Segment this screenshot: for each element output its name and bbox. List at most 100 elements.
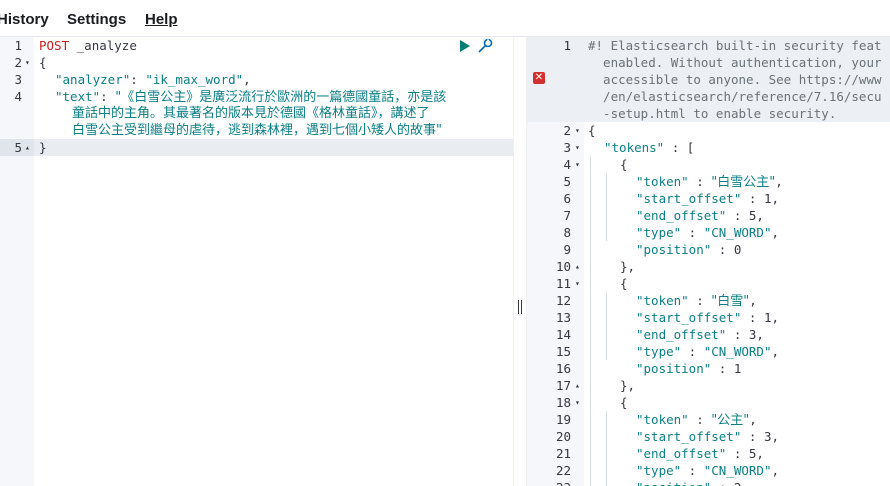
- fold-toggle-icon[interactable]: ▾: [575, 156, 580, 173]
- security-warning-line: accessible to anyone. See https://www: [588, 72, 882, 87]
- end-offset-value: 5: [748, 446, 757, 461]
- analyzer-line: "analyzer": "ik_max_word",: [55, 72, 251, 87]
- type-value: "CN_WORD": [703, 225, 772, 240]
- fold-toggle-icon[interactable]: ▾: [575, 122, 580, 139]
- line-number: 14: [555, 327, 571, 342]
- line-number: 21: [555, 446, 571, 461]
- token-field: "start_offset" : 1,: [636, 310, 779, 325]
- fold-toggle-icon[interactable]: ▾: [25, 54, 30, 71]
- token-close-brace: },: [620, 259, 636, 274]
- token-open-brace: {: [620, 276, 628, 291]
- token-field: "type" : "CN_WORD",: [636, 344, 779, 359]
- token-value: "白雪公主": [711, 175, 776, 190]
- start-offset-value: 1: [763, 310, 772, 325]
- token-field: "position" : 2: [636, 479, 741, 486]
- text-value-line-2: 童話中的主角。其最著名的版本見於德國《格林童話》，講述了: [72, 106, 430, 121]
- type-value: "CN_WORD": [703, 344, 772, 359]
- security-warning-line: enabled. Without authentication, your: [588, 55, 882, 70]
- token-field: "token" : "白雪",: [636, 293, 757, 309]
- request-editor[interactable]: 1 2 ▾ 3 4 5 ▴ POST _analyze { "analyzer"…: [0, 37, 513, 486]
- line-number: 15: [555, 344, 571, 359]
- security-warning-line: -setup.html to enable security.: [588, 106, 837, 121]
- token-field: "start_offset" : 1,: [636, 191, 779, 206]
- start-offset-value: 1: [763, 191, 772, 206]
- play-icon[interactable]: [460, 40, 470, 52]
- position-value: 0: [733, 242, 742, 257]
- line-number: 16: [555, 361, 571, 376]
- token-field: "end_offset" : 3,: [636, 327, 764, 342]
- menu-settings[interactable]: Settings: [67, 11, 126, 28]
- wrench-icon[interactable]: [476, 37, 494, 55]
- fold-toggle-icon[interactable]: ▾: [575, 275, 580, 292]
- token-open-brace: {: [620, 395, 628, 410]
- line-number: 5: [563, 174, 571, 189]
- token-field: "end_offset" : 5,: [636, 208, 764, 223]
- security-warning-line: #! Elasticsearch built-in security feat: [588, 38, 882, 53]
- token-close-brace: },: [620, 378, 636, 393]
- line-number: 2: [14, 55, 22, 70]
- fold-toggle-icon[interactable]: ▾: [575, 139, 580, 156]
- error-x-icon: ✕: [533, 72, 545, 84]
- line-number: 11: [555, 276, 571, 291]
- token-field: "end_offset" : 5,: [636, 446, 764, 461]
- active-line-highlight: [34, 139, 513, 156]
- line-number: 3: [563, 140, 571, 155]
- end-offset-value: 5: [748, 208, 757, 223]
- pane-divider[interactable]: [513, 37, 527, 486]
- position-value: 2: [734, 480, 742, 486]
- line-number: 13: [555, 310, 571, 325]
- start-offset-value: 3: [763, 429, 772, 444]
- token-field: "token" : "白雪公主",: [636, 174, 783, 190]
- http-method: POST: [39, 38, 70, 53]
- end-offset-value: 3: [748, 327, 757, 342]
- line-number: 5: [14, 140, 22, 155]
- indent-guide: [606, 292, 607, 360]
- token-open-brace: {: [620, 157, 628, 172]
- type-value: "CN_WORD": [703, 463, 772, 478]
- line-number: 6: [563, 191, 571, 206]
- line-number: 1: [14, 38, 22, 53]
- request-line-method[interactable]: POST _analyze: [39, 37, 137, 54]
- position-value: 1: [733, 361, 742, 376]
- fold-toggle-icon[interactable]: ▴: [575, 377, 580, 394]
- line-number: 18: [555, 395, 571, 410]
- line-number: 2: [563, 123, 571, 138]
- token-field: "position" : 0: [636, 242, 742, 257]
- analyzer-key: "analyzer": [55, 72, 131, 87]
- indent-guide: [606, 411, 607, 486]
- text-key: "text": [55, 89, 101, 104]
- token-value: "公主": [711, 413, 750, 428]
- close-brace: }: [39, 140, 47, 155]
- line-number: 4: [14, 89, 22, 104]
- token-field: "token" : "公主",: [636, 412, 757, 428]
- request-endpoint: _analyze: [76, 38, 137, 53]
- security-warning-line: /en/elasticsearch/reference/7.16/secu: [588, 89, 882, 104]
- response-output: ✕ 1 2 ▾ 3 ▾ 4 ▾ 5 6 7 8 9 10 ▴ 11 ▾ 12 1…: [527, 37, 890, 486]
- menu-history[interactable]: History: [0, 11, 49, 28]
- line-number: 23: [549, 479, 571, 486]
- token-field: "type" : "CN_WORD",: [636, 225, 779, 240]
- menu-help[interactable]: Help: [145, 11, 178, 28]
- line-number: 8: [563, 225, 571, 240]
- fold-toggle-icon[interactable]: ▾: [575, 394, 580, 411]
- line-number: 3: [14, 72, 22, 87]
- line-number: 9: [563, 242, 571, 257]
- token-value: "白雪": [711, 294, 750, 309]
- text-value-line-1: "《白雪公主》是廣泛流行於歐洲的一篇德國童話，亦是該: [115, 90, 447, 105]
- open-brace: {: [39, 55, 47, 70]
- line-number: 4: [563, 157, 571, 172]
- line-number: 1: [563, 38, 571, 53]
- line-number: 10: [555, 259, 571, 274]
- line-number: 7: [563, 208, 571, 223]
- menu-bar: History Settings Help: [0, 0, 890, 37]
- fold-toggle-icon[interactable]: ▴: [575, 258, 580, 275]
- fold-toggle-icon[interactable]: ▴: [25, 139, 30, 156]
- text-value-line-3: 白雪公主受到繼母的虐待，逃到森林裡，遇到七個小矮人的故事": [72, 123, 442, 138]
- indent-guide: [590, 156, 591, 486]
- line-number: 19: [555, 412, 571, 427]
- line-number: 20: [555, 429, 571, 444]
- indent-guide: [606, 173, 607, 241]
- line-number: 12: [555, 293, 571, 308]
- tokens-key-line: "tokens" : [: [604, 140, 695, 155]
- drag-handle-icon[interactable]: [518, 300, 522, 314]
